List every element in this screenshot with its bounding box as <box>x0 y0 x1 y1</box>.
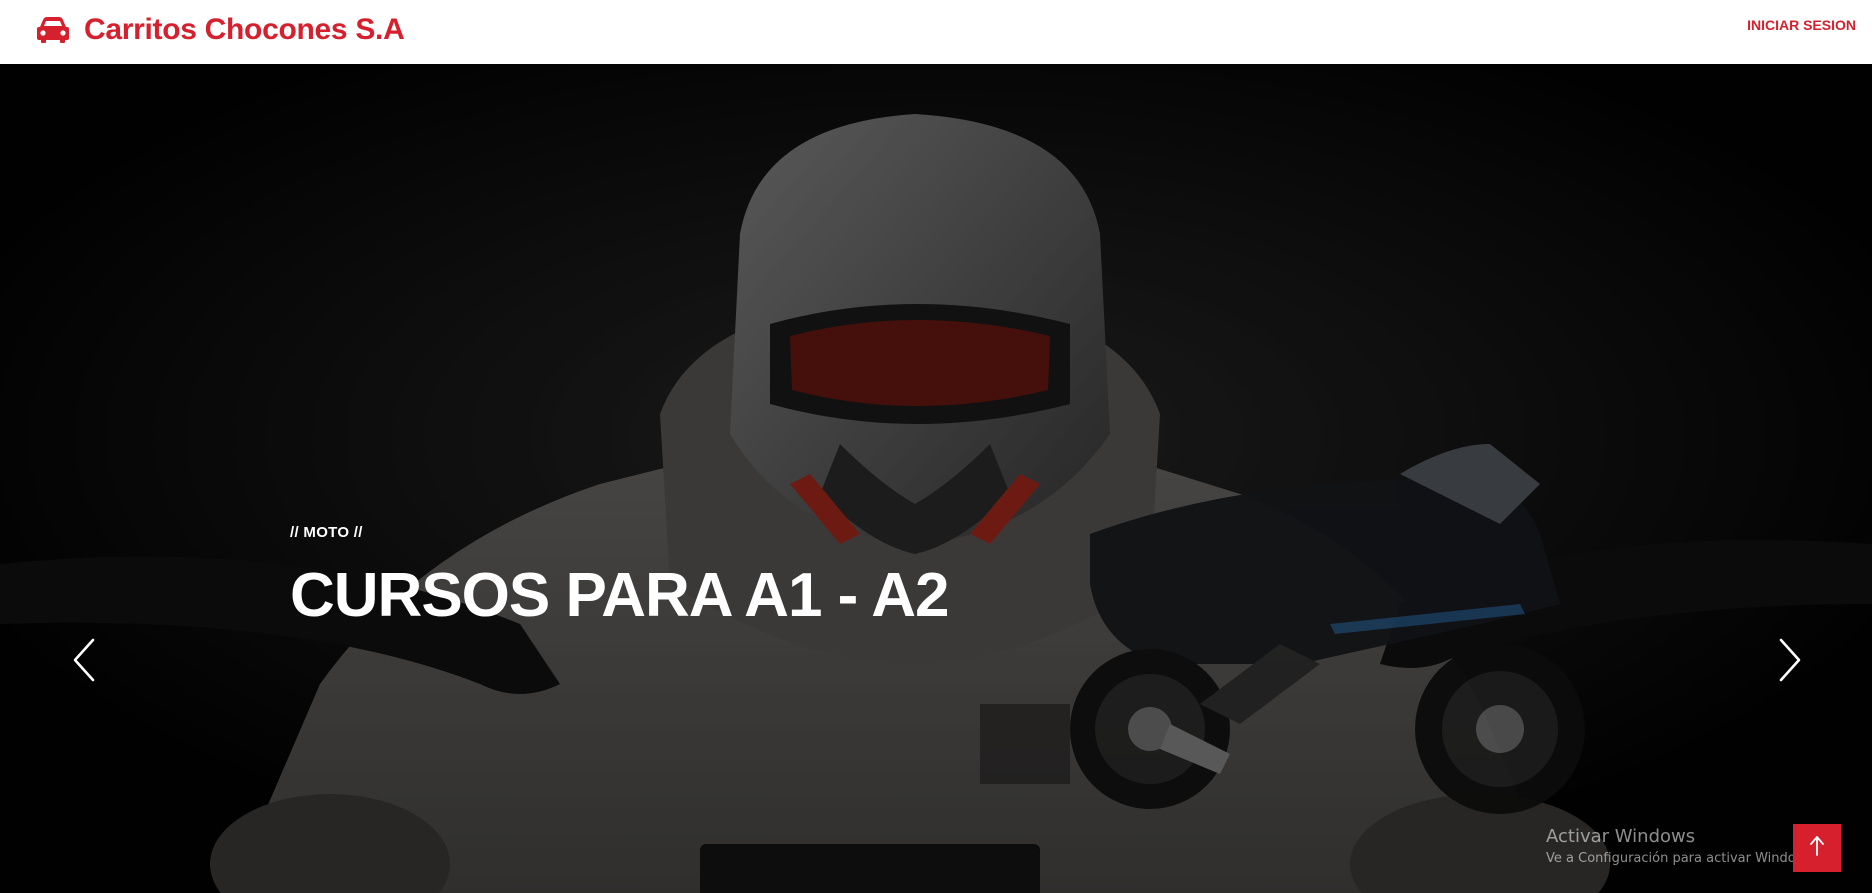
watermark-title: Activar Windows <box>1546 826 1696 847</box>
hero-title: CURSOS PARA A1 - A2 <box>290 561 949 630</box>
back-to-top-button[interactable] <box>1793 824 1841 872</box>
login-link[interactable]: INICIAR SESION <box>1747 17 1856 33</box>
carousel-prev-button[interactable] <box>64 632 104 692</box>
windows-activation-watermark: Activar Windows Ve a Configuración para … <box>1546 826 1817 866</box>
navbar: Carritos Chocones S.A INICIAR SESION <box>0 0 1872 64</box>
car-icon <box>36 15 70 45</box>
hero-overlay <box>0 64 1872 893</box>
brand-link[interactable]: Carritos Chocones S.A <box>36 10 405 50</box>
hero-carousel: // MOTO // CURSOS PARA A1 - A2 <box>0 64 1872 893</box>
hero-caption: // MOTO // CURSOS PARA A1 - A2 <box>290 524 949 627</box>
brand-name: Carritos Chocones S.A <box>84 13 405 46</box>
chevron-right-icon <box>1778 638 1802 687</box>
chevron-left-icon <box>72 638 96 687</box>
carousel-next-button[interactable] <box>1770 632 1810 692</box>
arrow-up-icon <box>1809 835 1825 862</box>
watermark-subtitle: Ve a Configuración para activar Windows. <box>1546 851 1818 866</box>
hero-subtitle: // MOTO // <box>290 524 363 541</box>
